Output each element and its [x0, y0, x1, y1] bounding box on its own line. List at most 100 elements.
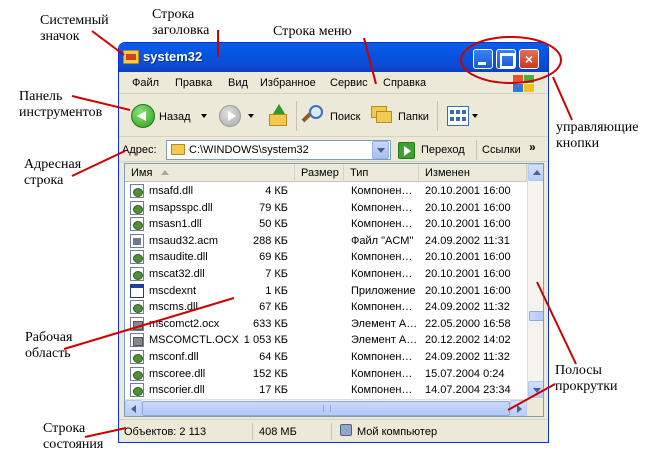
table-row[interactable]: msaud32.acm 288 КБ Файл "ACM" 24.09.2002 11… [125, 233, 527, 249]
menu-edit[interactable]: Правка [175, 77, 212, 89]
links-button[interactable]: Ссылки [482, 144, 521, 156]
dll-file-icon [130, 200, 144, 215]
file-type: Компонен… [351, 384, 413, 397]
file-name[interactable]: msconf.dll [149, 351, 199, 363]
table-row[interactable]: mscms.dll 67 КБ Компонен… 24.09.2002 11:32 [125, 299, 527, 315]
file-size: 1 КБ [265, 284, 288, 297]
column-modified[interactable]: Изменен [419, 164, 527, 182]
column-name[interactable]: Имя [125, 164, 295, 182]
scroll-left-icon[interactable] [125, 400, 142, 416]
file-name[interactable]: mscat32.dll [149, 268, 205, 280]
table-row[interactable]: mscomct2.ocx 633 КБ Элемент А… 22.05.2000 1… [125, 316, 527, 332]
file-modified: 20.12.2002 14:02 [425, 334, 511, 347]
menu-file[interactable]: Файл [132, 77, 159, 89]
file-name[interactable]: msafd.dll [149, 185, 193, 197]
column-type[interactable]: Тип [344, 164, 419, 182]
file-size: 67 КБ [259, 301, 288, 314]
menu-help[interactable]: Справка [383, 77, 426, 89]
file-modified: 24.09.2002 11:31 [425, 234, 510, 247]
file-modified: 24.09.2002 11:32 [425, 301, 510, 314]
file-modified: 14.07.2004 23:34 [425, 384, 511, 397]
go-button[interactable]: Переход [421, 144, 465, 156]
file-list[interactable]: Имя Размер Тип Изменен msafd.dll 4 КБ Комп… [124, 163, 544, 417]
file-size: 69 КБ [259, 251, 288, 264]
folders-icon[interactable] [371, 106, 393, 126]
title-bar[interactable]: system32 × [119, 43, 548, 72]
forward-arrow-icon[interactable] [219, 105, 241, 127]
column-type-label: Тип [350, 167, 369, 179]
file-name[interactable]: msasn1.dll [149, 218, 202, 230]
table-row[interactable]: msconf.dll 64 КБ Компонен… 24.09.2002 11:32 [125, 349, 527, 365]
forward-dropdown-icon[interactable] [248, 114, 254, 118]
file-type: Компонен… [351, 301, 413, 314]
file-size: 7 КБ [265, 268, 288, 280]
folder-icon [171, 144, 185, 155]
dll-file-icon [130, 366, 144, 381]
file-name[interactable]: mscdexnt [149, 285, 196, 297]
folders-button[interactable]: Папки [398, 111, 429, 123]
file-type: Компонен… [351, 201, 413, 214]
folder-icon[interactable] [123, 50, 139, 64]
horizontal-scrollbar[interactable] [125, 399, 527, 416]
table-row[interactable]: msasn1.dll 50 КБ Компонен… 20.10.2001 16:00 [125, 216, 527, 232]
address-value[interactable]: C:\WINDOWS\system32 [189, 144, 309, 156]
file-type: Файл "ACM" [351, 234, 414, 247]
file-type: Элемент А… [351, 334, 418, 347]
file-name[interactable]: msapsspc.dll [149, 202, 213, 214]
menu-view[interactable]: Вид [228, 77, 248, 89]
search-button[interactable]: Поиск [330, 111, 360, 123]
table-row[interactable]: msafd.dll 4 КБ Компонен… 20.10.2001 16:00 [125, 183, 527, 199]
go-arrow-icon[interactable] [398, 142, 415, 159]
scroll-down-icon[interactable] [528, 381, 543, 398]
file-name[interactable]: msaud32.acm [149, 235, 218, 247]
scroll-up-icon[interactable] [528, 164, 543, 181]
views-icon[interactable] [447, 106, 469, 126]
vertical-scroll-thumb[interactable] [529, 311, 543, 321]
menu-tools[interactable]: Сервис [330, 77, 368, 89]
annotation-status-bar: Строка состояния [43, 421, 104, 452]
back-button[interactable]: Назад [159, 111, 191, 123]
table-row[interactable]: mscoree.dll 152 КБ Компонен… 15.07.2004 0:2… [125, 366, 527, 382]
status-size: 408 МБ [259, 426, 297, 438]
file-name[interactable]: mscms.dll [149, 301, 198, 313]
table-row[interactable]: mscorier.dll 17 КБ Компонен… 14.07.2004 23:… [125, 382, 527, 398]
folder-up-icon[interactable] [267, 104, 289, 128]
menu-favorites[interactable]: Избранное [260, 77, 316, 89]
back-arrow-icon[interactable] [131, 104, 155, 128]
maximize-button[interactable] [496, 49, 516, 69]
annotation-system-icon: Системный значок [40, 13, 109, 44]
dll-file-icon [130, 300, 144, 315]
close-button[interactable]: × [519, 49, 539, 69]
dll-file-icon [130, 383, 144, 398]
table-row[interactable]: MSCOMCTL.OCX 1 053 КБ Элемент А… 20.12.2002… [125, 332, 527, 348]
file-size: 4 КБ [265, 185, 288, 197]
table-row[interactable]: msapsspc.dll 79 КБ Компонен… 20.10.2001 16:… [125, 200, 527, 216]
vertical-scrollbar[interactable] [527, 164, 543, 399]
scroll-right-icon[interactable] [510, 400, 527, 416]
annotation-toolbar: Панель инструментов [19, 89, 103, 120]
horizontal-scroll-thumb[interactable] [142, 401, 510, 416]
minimize-button[interactable] [473, 49, 493, 69]
file-size: 64 КБ [259, 351, 288, 363]
address-dropdown-icon[interactable] [372, 141, 389, 159]
address-input[interactable]: C:\WINDOWS\system32 [166, 140, 391, 160]
column-size[interactable]: Размер [295, 164, 344, 182]
table-row[interactable]: mscat32.dll 7 КБ Компонен… 20.10.2001 16:00 [125, 266, 527, 282]
views-dropdown-icon[interactable] [472, 114, 478, 118]
menu-bar: Файл Правка Вид Избранное Сервис Справка [119, 72, 548, 94]
file-modified: 15.07.2004 0:24 [425, 367, 505, 380]
table-row[interactable]: mscdexnt 1 КБ Приложение 20.10.2001 16:00 [125, 283, 527, 299]
links-chevron-icon[interactable]: » [529, 140, 536, 154]
search-icon[interactable] [301, 105, 325, 127]
file-size: 79 КБ [259, 201, 288, 214]
file-modified: 24.09.2002 11:32 [425, 351, 510, 363]
file-name[interactable]: msaudite.dll [149, 251, 208, 263]
file-modified: 20.10.2001 16:00 [425, 251, 511, 264]
file-name[interactable]: mscorier.dll [149, 384, 205, 396]
file-name[interactable]: MSCOMCTL.OCX [149, 334, 239, 346]
table-row[interactable]: msaudite.dll 69 КБ Компонен… 20.10.2001 16:… [125, 249, 527, 265]
file-name[interactable]: mscoree.dll [149, 368, 205, 380]
file-name[interactable]: mscomct2.ocx [149, 318, 219, 330]
back-dropdown-icon[interactable] [201, 114, 207, 118]
explorer-window: system32 × Файл Правка Вид Избранное Сер… [118, 42, 549, 443]
